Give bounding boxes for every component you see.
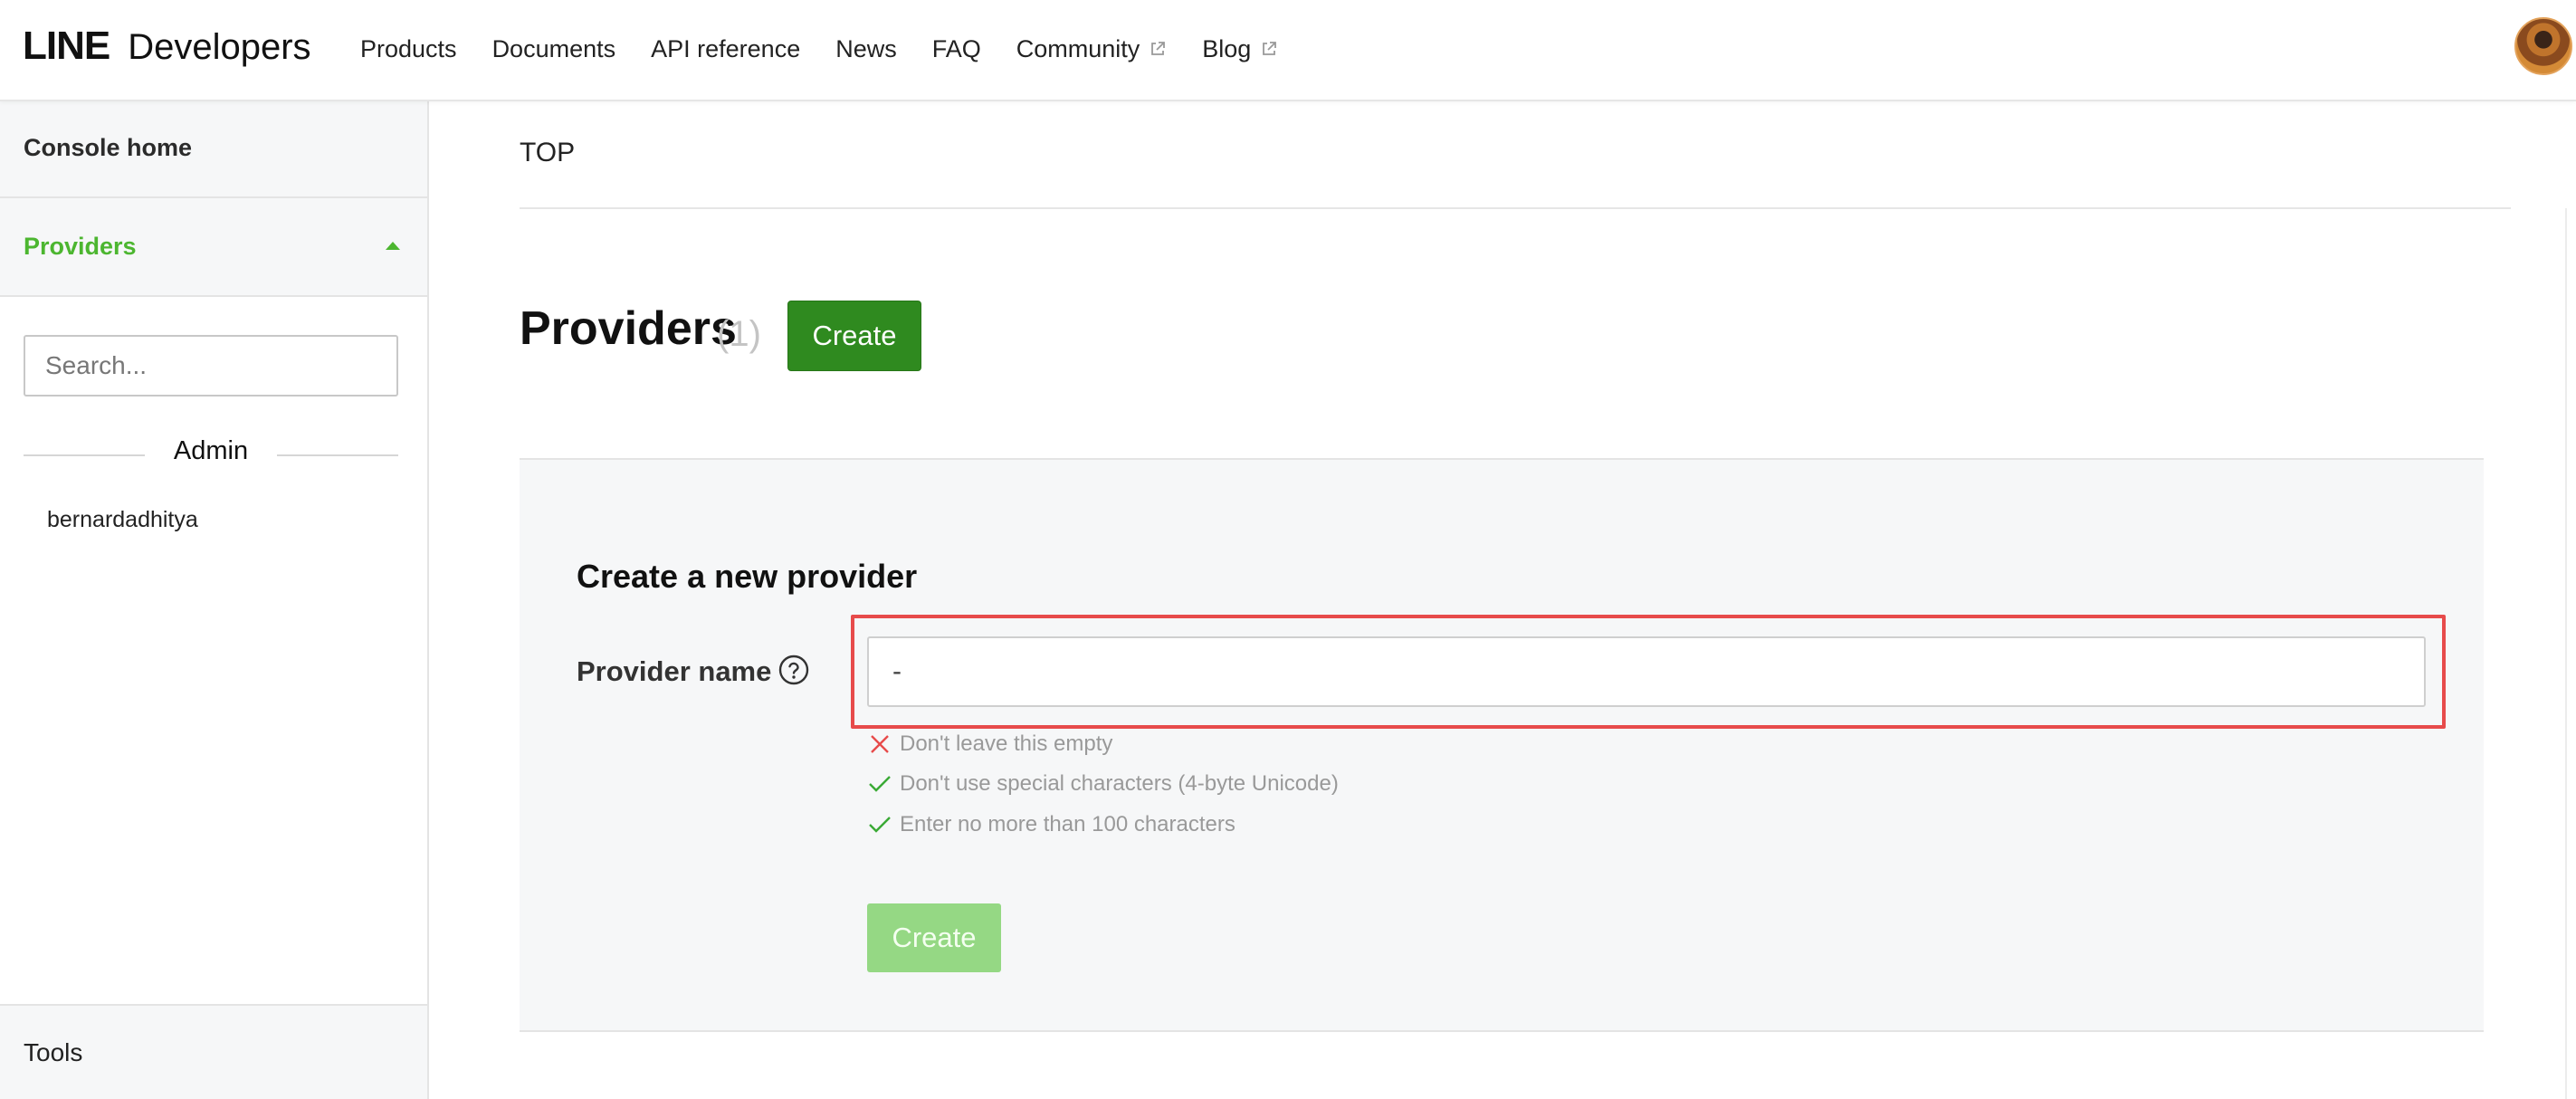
nav-label: News (835, 34, 897, 62)
provider-search-input[interactable] (24, 335, 398, 397)
main-nav: Products Documents API reference News FA… (360, 31, 1313, 67)
nav-news[interactable]: News (835, 35, 897, 63)
logo-line-text: LINE (23, 24, 110, 68)
nav-label: API reference (651, 34, 801, 62)
breadcrumb-divider (520, 207, 2511, 209)
rule-text: Don't use special characters (4-byte Uni… (900, 771, 1339, 796)
page-title: Providers (520, 302, 737, 355)
external-link-icon (1263, 42, 1277, 55)
provider-name-label: Provider name (577, 655, 772, 687)
nav-products[interactable]: Products (360, 35, 457, 63)
scrollbar-track[interactable] (2565, 208, 2567, 1099)
check-icon (869, 776, 891, 792)
nav-faq[interactable]: FAQ (932, 35, 981, 63)
rule-text: Enter no more than 100 characters (900, 812, 1236, 836)
x-icon (871, 735, 889, 753)
section-label-admin: Admin (173, 436, 249, 465)
user-avatar[interactable] (2514, 17, 2572, 75)
nav-blog[interactable]: Blog (1202, 35, 1278, 63)
validation-rule-empty: Don't leave this empty (867, 731, 1112, 757)
line-developers-logo[interactable]: LINE Developers (23, 24, 311, 71)
external-link-icon (1151, 42, 1166, 55)
tools-label: Tools (24, 1038, 83, 1066)
nav-community[interactable]: Community (1016, 35, 1168, 63)
caret-up-icon (386, 242, 400, 250)
nav-label: Blog (1202, 34, 1252, 62)
breadcrumb-top[interactable]: TOP (520, 138, 575, 168)
submit-create-button[interactable]: Create (867, 903, 1001, 972)
validation-rule-unicode: Don't use special characters (4-byte Uni… (867, 771, 1339, 797)
nav-label: Community (1016, 34, 1140, 62)
section-divider-right (277, 454, 398, 456)
sidebar-providers-toggle[interactable]: Providers (0, 198, 427, 297)
sidebar-tools[interactable]: Tools (0, 1004, 427, 1099)
sidebar: Console home Providers Admin bernardadhi… (0, 101, 429, 1099)
sidebar-provider-item[interactable]: bernardadhitya (47, 507, 198, 533)
provider-name-input[interactable] (867, 636, 2426, 707)
nav-label: FAQ (931, 34, 981, 62)
providers-label: Providers (24, 233, 137, 260)
nav-documents[interactable]: Documents (492, 35, 616, 63)
help-circle-icon[interactable] (778, 655, 809, 685)
check-icon (869, 817, 891, 833)
logo-developers-text: Developers (128, 27, 311, 67)
nav-api-reference[interactable]: API reference (651, 35, 800, 63)
nav-label: Products (360, 34, 457, 62)
validation-rule-length: Enter no more than 100 characters (867, 812, 1236, 837)
create-provider-button[interactable]: Create (787, 301, 921, 371)
rule-text: Don't leave this empty (900, 731, 1113, 756)
nav-label: Documents (491, 34, 616, 62)
section-divider-left (24, 454, 145, 456)
sidebar-console-home[interactable]: Console home (0, 101, 427, 198)
console-home-label: Console home (24, 134, 193, 161)
provider-count: (1) (717, 314, 761, 354)
form-title: Create a new provider (577, 558, 918, 595)
top-header: LINE Developers Products Documents API r… (0, 0, 2576, 101)
create-provider-panel: Create a new provider Provider name Don'… (520, 458, 2484, 1032)
